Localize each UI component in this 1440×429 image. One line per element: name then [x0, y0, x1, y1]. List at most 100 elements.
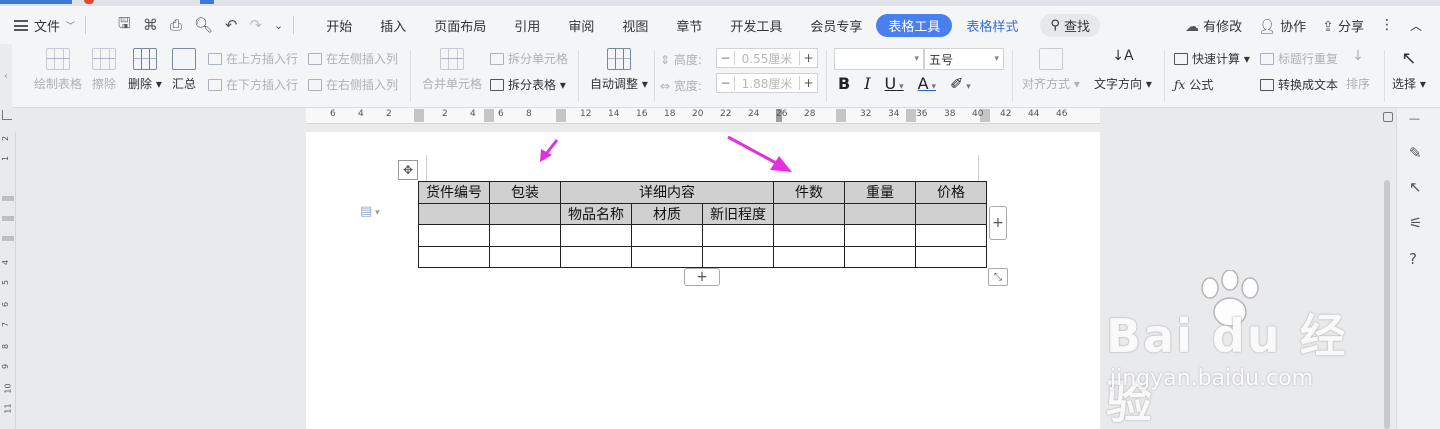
column-marker[interactable]	[906, 109, 916, 122]
table-cell[interactable]: 件数	[773, 181, 845, 204]
column-marker[interactable]	[836, 109, 846, 122]
tab-references[interactable]: 引用	[500, 16, 554, 35]
table-cell[interactable]	[773, 245, 845, 268]
table-cell[interactable]	[844, 202, 916, 225]
print-icon[interactable]: ⎙	[170, 16, 182, 34]
table-cell[interactable]	[489, 202, 561, 225]
column-marker[interactable]	[484, 109, 494, 122]
undo-icon[interactable]: ↶	[225, 16, 238, 34]
height-value[interactable]: 0.55厘米	[735, 50, 799, 67]
tab-view[interactable]: 视图	[608, 16, 662, 35]
vertical-scrollbar[interactable]	[1382, 180, 1392, 429]
table-cell[interactable]	[560, 245, 632, 268]
formula-button[interactable]: ƒx 公式	[1174, 76, 1213, 93]
auto-adjust-button[interactable]: 自动调整 ▾	[590, 48, 648, 92]
more-icon[interactable]: ⋮	[1380, 17, 1394, 33]
repeat-header-button[interactable]: 标题行重复	[1260, 50, 1338, 67]
width-decrease-button[interactable]: −	[717, 76, 735, 90]
table-cell[interactable]	[631, 245, 703, 268]
table-cell[interactable]	[418, 245, 490, 268]
tab-review[interactable]: 审阅	[554, 16, 608, 35]
add-row-button[interactable]: +	[684, 268, 720, 286]
align-button[interactable]: 对齐方式 ▾	[1022, 48, 1080, 92]
table-move-handle[interactable]: ✥	[398, 160, 418, 180]
document-table[interactable]: 货件编号 包装 详细内容 件数 重量 价格 物品名称 材质 新旧程度	[418, 181, 987, 268]
table-cell[interactable]: 价格	[915, 181, 987, 204]
width-increase-button[interactable]: +	[799, 76, 817, 90]
redo-icon[interactable]: ↷	[249, 16, 262, 34]
collab-button[interactable]: 👤︎ 协作	[1258, 16, 1306, 35]
height-decrease-button[interactable]: −	[717, 51, 735, 65]
table-cell[interactable]: 材质	[631, 202, 703, 225]
tab-chapter[interactable]: 章节	[662, 16, 716, 35]
italic-button[interactable]: I	[864, 74, 870, 93]
table-cell[interactable]	[489, 224, 561, 247]
collapse-panel-icon[interactable]: —	[1409, 112, 1420, 125]
erase-button[interactable]: 擦除	[92, 48, 116, 92]
table-cell[interactable]	[489, 245, 561, 268]
highlight-icon[interactable]: ✐ ▾	[950, 74, 971, 93]
ribbon-scroll-left[interactable]: ‹	[0, 44, 12, 108]
add-column-button[interactable]: +	[989, 206, 1007, 240]
delete-button[interactable]: 删除 ▾	[128, 48, 162, 92]
sort-button[interactable]: ↓ 排序	[1346, 48, 1370, 92]
split-cell-button[interactable]: 拆分单元格	[490, 50, 568, 67]
table-cell-merged[interactable]: 详细内容	[560, 181, 774, 204]
tab-start[interactable]: 开始	[312, 16, 366, 35]
column-marker[interactable]	[414, 109, 424, 122]
text-direction-button[interactable]: ↓A 文字方向 ▾	[1094, 48, 1152, 92]
table-cell[interactable]	[631, 224, 703, 247]
pen-icon[interactable]: ✎	[1409, 144, 1422, 162]
select-button[interactable]: ↖ 选择 ▾	[1392, 48, 1426, 92]
table-cell[interactable]	[915, 224, 987, 247]
tab-insert[interactable]: 插入	[366, 16, 420, 35]
tab-member[interactable]: 会员专享	[796, 16, 876, 35]
table-cell[interactable]: 重量	[844, 181, 916, 204]
tab-table-tools[interactable]: 表格工具	[876, 13, 953, 37]
table-cell[interactable]	[915, 202, 987, 225]
table-cell[interactable]	[702, 224, 774, 247]
table-resize-handle[interactable]: ⤡	[988, 268, 1008, 286]
height-increase-button[interactable]: +	[799, 51, 817, 65]
insert-right-button[interactable]: 在右侧插入列	[308, 76, 398, 93]
tab-table-style[interactable]: 表格样式	[952, 16, 1032, 35]
row-marker[interactable]	[2, 196, 14, 201]
tab-page-layout[interactable]: 页面布局	[420, 16, 500, 35]
ruler-corner-icon[interactable]	[2, 110, 12, 120]
tab-developer[interactable]: 开发工具	[716, 16, 796, 35]
summary-button[interactable]: 汇总	[172, 48, 196, 92]
scroll-options-icon[interactable]	[1383, 112, 1393, 122]
table-cell[interactable]: 货件编号	[418, 181, 490, 204]
table-cell[interactable]	[844, 245, 916, 268]
table-cell[interactable]	[418, 202, 490, 225]
row-marker[interactable]	[2, 236, 14, 241]
help-icon[interactable]: ?	[1409, 250, 1417, 268]
search-box[interactable]: ⚲ 查找	[1040, 13, 1100, 37]
table-cell[interactable]	[915, 245, 987, 268]
table-cell[interactable]	[702, 245, 774, 268]
to-text-button[interactable]: 转换成文本	[1260, 76, 1338, 93]
bold-button[interactable]: B	[838, 74, 850, 93]
quick-calc-button[interactable]: 快速计算 ▾	[1174, 50, 1250, 67]
table-cell[interactable]: 包装	[489, 181, 561, 204]
underline-button[interactable]: U ▾	[885, 74, 904, 93]
document-tab-indicator[interactable]	[0, 0, 72, 4]
merge-cells-button[interactable]: 合并单元格	[422, 48, 482, 92]
row-marker[interactable]	[2, 216, 14, 221]
width-stepper[interactable]: − 1.88厘米 +	[716, 73, 818, 93]
app-tab-indicator[interactable]	[84, 0, 94, 4]
scrollbar-thumb[interactable]	[1384, 180, 1390, 429]
insert-left-button[interactable]: 在左侧插入列	[308, 50, 398, 67]
table-cell[interactable]	[773, 202, 845, 225]
font-color-button[interactable]: A ▾	[918, 74, 936, 93]
table-cell[interactable]: 物品名称	[560, 202, 632, 225]
modified-button[interactable]: ☁ 有修改	[1185, 16, 1242, 35]
collapse-ribbon-icon[interactable]: ︿	[1410, 17, 1422, 34]
draw-table-button[interactable]: 绘制表格	[34, 48, 82, 92]
table-cell[interactable]	[560, 224, 632, 247]
save-icon[interactable]: 🖫	[118, 13, 131, 38]
font-family-select[interactable]: ▾	[834, 48, 924, 70]
share-button[interactable]: ⇪ 分享	[1322, 16, 1364, 35]
height-stepper[interactable]: − 0.55厘米 +	[716, 48, 818, 68]
horizontal-ruler[interactable]: 6 4 2 2 4 6 8 12 14 16 18 20 22 24 26 28…	[0, 108, 1440, 132]
